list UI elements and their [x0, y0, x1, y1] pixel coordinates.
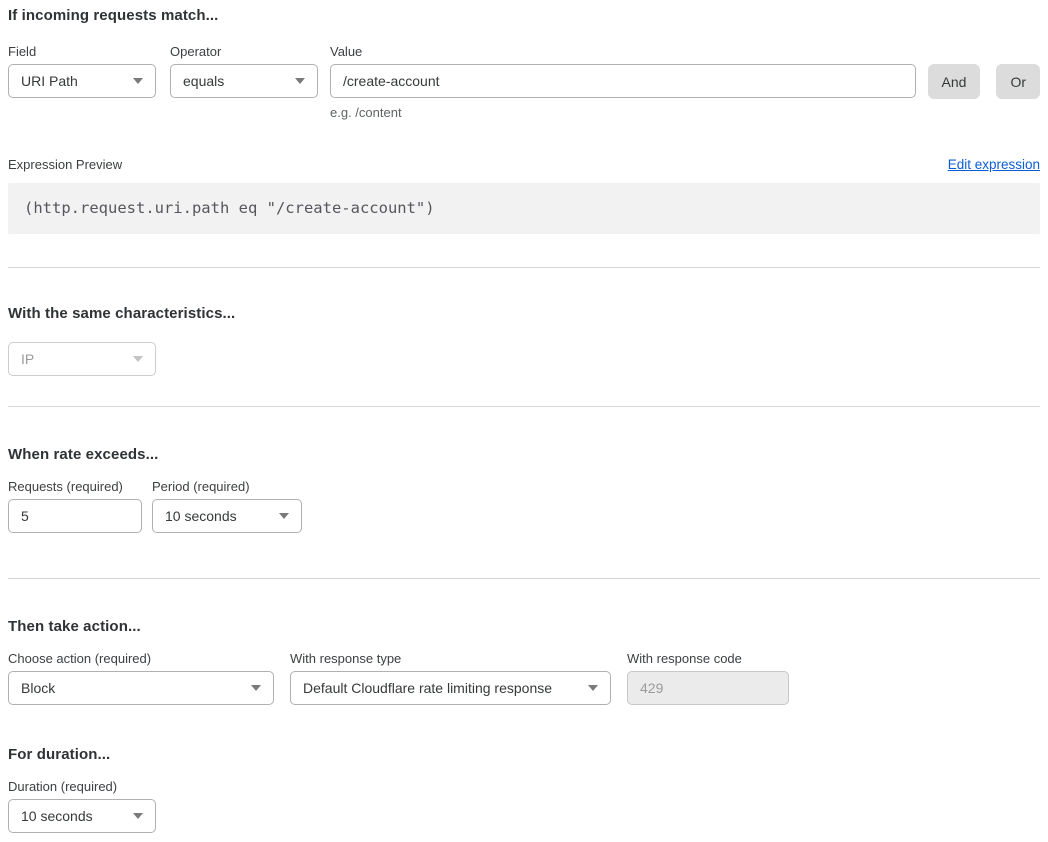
duration-label: Duration (required) [8, 779, 156, 794]
response-type-select[interactable]: Default Cloudflare rate limiting respons… [290, 671, 611, 705]
field-select-value: URI Path [21, 73, 78, 89]
chevron-down-icon [279, 513, 289, 519]
chevron-down-icon [295, 78, 305, 84]
section-title-duration: For duration... [8, 746, 1040, 763]
response-type-label: With response type [290, 651, 611, 666]
requests-input[interactable] [8, 499, 142, 533]
characteristic-select: IP [8, 342, 156, 376]
duration-select-value: 10 seconds [21, 808, 93, 824]
and-button[interactable]: And [928, 64, 981, 99]
action-select-value: Block [21, 680, 55, 696]
action-label: Choose action (required) [8, 651, 274, 666]
field-label: Field [8, 44, 156, 59]
rate-row: Requests (required) Period (required) 10… [8, 479, 1040, 533]
chevron-down-icon [133, 78, 143, 84]
chevron-down-icon [588, 685, 598, 691]
action-row: Choose action (required) Block With resp… [8, 651, 1040, 705]
section-divider [8, 267, 1040, 268]
value-input[interactable] [330, 64, 916, 98]
requests-label: Requests (required) [8, 479, 142, 494]
operator-select-value: equals [183, 73, 224, 89]
or-button[interactable]: Or [996, 64, 1040, 99]
period-select[interactable]: 10 seconds [152, 499, 302, 533]
action-select[interactable]: Block [8, 671, 274, 705]
chevron-down-icon [251, 685, 261, 691]
response-code-label: With response code [627, 651, 789, 666]
expression-preview-header: Expression Preview Edit expression [8, 157, 1040, 172]
response-type-select-value: Default Cloudflare rate limiting respons… [303, 680, 552, 696]
value-helper-text: e.g. /content [330, 105, 916, 120]
characteristic-select-value: IP [21, 351, 34, 367]
section-divider [8, 406, 1040, 407]
section-title-action: Then take action... [8, 618, 1040, 635]
value-label: Value [330, 44, 916, 59]
section-title-match: If incoming requests match... [8, 7, 1040, 24]
chevron-down-icon [133, 356, 143, 362]
operator-label: Operator [170, 44, 318, 59]
duration-select[interactable]: 10 seconds [8, 799, 156, 833]
edit-expression-link[interactable]: Edit expression [948, 157, 1040, 172]
section-title-characteristics: With the same characteristics... [8, 305, 1040, 322]
period-select-value: 10 seconds [165, 508, 237, 524]
period-label: Period (required) [152, 479, 302, 494]
section-divider [8, 578, 1040, 579]
operator-select[interactable]: equals [170, 64, 318, 98]
match-condition-row: Field URI Path Operator equals Value e.g… [8, 44, 1040, 120]
expression-preview-label: Expression Preview [8, 157, 122, 172]
chevron-down-icon [133, 813, 143, 819]
expression-preview-box: (http.request.uri.path eq "/create-accou… [8, 183, 1040, 234]
response-code-input [627, 671, 789, 705]
field-select[interactable]: URI Path [8, 64, 156, 98]
section-title-rate: When rate exceeds... [8, 446, 1040, 463]
